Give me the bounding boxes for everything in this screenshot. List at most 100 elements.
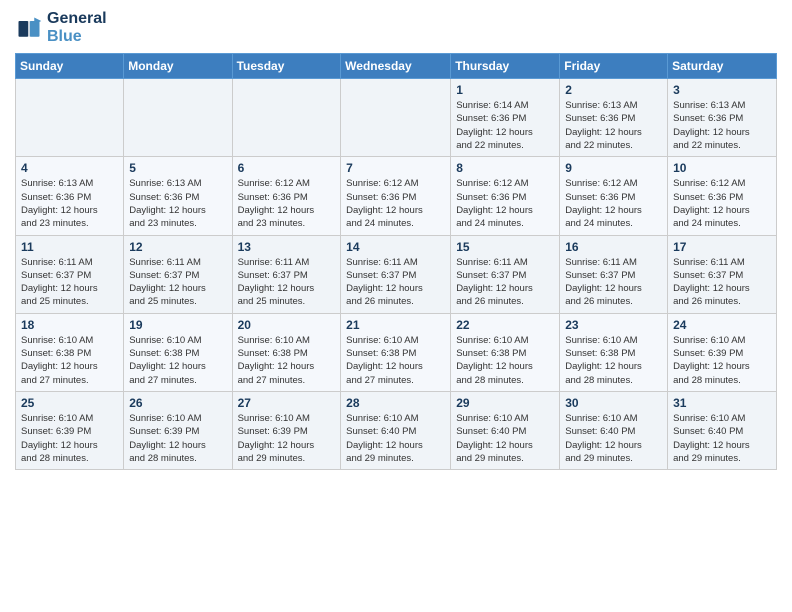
day-number: 25: [21, 396, 118, 410]
calendar-cell: 21Sunrise: 6:10 AM Sunset: 6:38 PM Dayli…: [341, 313, 451, 391]
day-number: 21: [346, 318, 445, 332]
day-number: 12: [129, 240, 226, 254]
day-info: Sunrise: 6:10 AM Sunset: 6:39 PM Dayligh…: [238, 412, 336, 465]
day-info: Sunrise: 6:10 AM Sunset: 6:40 PM Dayligh…: [456, 412, 554, 465]
day-number: 29: [456, 396, 554, 410]
calendar-cell: 16Sunrise: 6:11 AM Sunset: 6:37 PM Dayli…: [560, 235, 668, 313]
calendar-cell: 5 Sunrise: 6:13 AM Sunset: 6:36 PM Daylig…: [124, 157, 232, 235]
day-info: Sunrise: 6:13 AM Sunset: 6:36 PM Dayligh…: [673, 99, 771, 152]
calendar-cell: [341, 79, 451, 157]
day-number: 9: [565, 161, 662, 175]
calendar-cell: 7 Sunrise: 6:12 AM Sunset: 6:36 PM Daylig…: [341, 157, 451, 235]
day-info: Sunrise: 6:12 AM Sunset: 6:36 PM Dayligh…: [346, 177, 445, 230]
calendar-cell: 22 Sunrise: 6:10 AM Sunset: 6:38 PM Dayli…: [451, 313, 560, 391]
calendar-header-friday: Friday: [560, 54, 668, 79]
day-number: 22: [456, 318, 554, 332]
day-info: Sunrise: 6:11 AM Sunset: 6:37 PM Dayligh…: [456, 256, 554, 309]
day-number: 28: [346, 396, 445, 410]
day-info: Sunrise: 6:11 AM Sunset: 6:37 PM Dayligh…: [129, 256, 226, 309]
calendar-cell: 31 Sunrise: 6:10 AM Sunset: 6:40 PM Dayli…: [668, 391, 777, 469]
day-number: 1: [456, 83, 554, 97]
logo: General Blue: [15, 10, 107, 45]
day-info: Sunrise: 6:10 AM Sunset: 6:39 PM Dayligh…: [21, 412, 118, 465]
day-info: Sunrise: 6:12 AM Sunset: 6:36 PM Dayligh…: [238, 177, 336, 230]
calendar-cell: 14Sunrise: 6:11 AM Sunset: 6:37 PM Dayli…: [341, 235, 451, 313]
calendar-cell: 18 Sunrise: 6:10 AM Sunset: 6:38 PM Dayli…: [16, 313, 124, 391]
calendar-header-wednesday: Wednesday: [341, 54, 451, 79]
calendar-cell: 10 Sunrise: 6:12 AM Sunset: 6:36 PM Dayli…: [668, 157, 777, 235]
day-info: Sunrise: 6:11 AM Sunset: 6:37 PM Dayligh…: [673, 256, 771, 309]
day-info: Sunrise: 6:10 AM Sunset: 6:40 PM Dayligh…: [346, 412, 445, 465]
day-number: 8: [456, 161, 554, 175]
day-number: 4: [21, 161, 118, 175]
logo-text: General Blue: [47, 10, 107, 45]
calendar-cell: 6 Sunrise: 6:12 AM Sunset: 6:36 PM Daylig…: [232, 157, 341, 235]
calendar-cell: 26Sunrise: 6:10 AM Sunset: 6:39 PM Dayli…: [124, 391, 232, 469]
day-number: 3: [673, 83, 771, 97]
day-number: 20: [238, 318, 336, 332]
calendar-week-3: 11 Sunrise: 6:11 AM Sunset: 6:37 PM Dayli…: [16, 235, 777, 313]
page: General Blue SundayMondayTuesdayWednesda…: [0, 0, 792, 485]
day-number: 10: [673, 161, 771, 175]
day-number: 2: [565, 83, 662, 97]
header: General Blue: [15, 10, 777, 45]
day-info: Sunrise: 6:10 AM Sunset: 6:39 PM Dayligh…: [673, 334, 771, 387]
day-info: Sunrise: 6:10 AM Sunset: 6:38 PM Dayligh…: [129, 334, 226, 387]
calendar-cell: 15Sunrise: 6:11 AM Sunset: 6:37 PM Dayli…: [451, 235, 560, 313]
calendar-header-sunday: Sunday: [16, 54, 124, 79]
day-number: 11: [21, 240, 118, 254]
calendar-header-tuesday: Tuesday: [232, 54, 341, 79]
calendar-cell: 25 Sunrise: 6:10 AM Sunset: 6:39 PM Dayli…: [16, 391, 124, 469]
day-number: 7: [346, 161, 445, 175]
calendar-cell: 28 Sunrise: 6:10 AM Sunset: 6:40 PM Dayli…: [341, 391, 451, 469]
day-number: 18: [21, 318, 118, 332]
calendar-header-monday: Monday: [124, 54, 232, 79]
day-info: Sunrise: 6:10 AM Sunset: 6:38 PM Dayligh…: [456, 334, 554, 387]
day-info: Sunrise: 6:10 AM Sunset: 6:38 PM Dayligh…: [21, 334, 118, 387]
calendar-cell: 1 Sunrise: 6:14 AM Sunset: 6:36 PM Daylig…: [451, 79, 560, 157]
day-info: Sunrise: 6:14 AM Sunset: 6:36 PM Dayligh…: [456, 99, 554, 152]
calendar-cell: [16, 79, 124, 157]
day-info: Sunrise: 6:13 AM Sunset: 6:36 PM Dayligh…: [565, 99, 662, 152]
day-info: Sunrise: 6:10 AM Sunset: 6:40 PM Dayligh…: [673, 412, 771, 465]
calendar-cell: [232, 79, 341, 157]
calendar-cell: 17 Sunrise: 6:11 AM Sunset: 6:37 PM Dayli…: [668, 235, 777, 313]
calendar-header-row: SundayMondayTuesdayWednesdayThursdayFrid…: [16, 54, 777, 79]
day-number: 6: [238, 161, 336, 175]
calendar-table: SundayMondayTuesdayWednesdayThursdayFrid…: [15, 53, 777, 470]
day-info: Sunrise: 6:13 AM Sunset: 6:36 PM Dayligh…: [129, 177, 226, 230]
day-number: 31: [673, 396, 771, 410]
day-number: 17: [673, 240, 771, 254]
day-info: Sunrise: 6:10 AM Sunset: 6:38 PM Dayligh…: [238, 334, 336, 387]
calendar-cell: [124, 79, 232, 157]
calendar-cell: 27Sunrise: 6:10 AM Sunset: 6:39 PM Dayli…: [232, 391, 341, 469]
day-info: Sunrise: 6:11 AM Sunset: 6:37 PM Dayligh…: [238, 256, 336, 309]
day-info: Sunrise: 6:13 AM Sunset: 6:36 PM Dayligh…: [21, 177, 118, 230]
calendar-cell: 9Sunrise: 6:12 AM Sunset: 6:36 PM Daylig…: [560, 157, 668, 235]
day-info: Sunrise: 6:10 AM Sunset: 6:38 PM Dayligh…: [565, 334, 662, 387]
day-number: 30: [565, 396, 662, 410]
calendar-header-saturday: Saturday: [668, 54, 777, 79]
day-number: 26: [129, 396, 226, 410]
day-info: Sunrise: 6:10 AM Sunset: 6:40 PM Dayligh…: [565, 412, 662, 465]
calendar-cell: 8Sunrise: 6:12 AM Sunset: 6:36 PM Daylig…: [451, 157, 560, 235]
calendar-week-1: 1 Sunrise: 6:14 AM Sunset: 6:36 PM Daylig…: [16, 79, 777, 157]
calendar-cell: 23Sunrise: 6:10 AM Sunset: 6:38 PM Dayli…: [560, 313, 668, 391]
calendar-cell: 11 Sunrise: 6:11 AM Sunset: 6:37 PM Dayli…: [16, 235, 124, 313]
calendar-week-2: 4 Sunrise: 6:13 AM Sunset: 6:36 PM Daylig…: [16, 157, 777, 235]
calendar-week-4: 18 Sunrise: 6:10 AM Sunset: 6:38 PM Dayli…: [16, 313, 777, 391]
logo-icon: [15, 14, 43, 42]
day-info: Sunrise: 6:12 AM Sunset: 6:36 PM Dayligh…: [673, 177, 771, 230]
calendar-cell: 12 Sunrise: 6:11 AM Sunset: 6:37 PM Dayli…: [124, 235, 232, 313]
calendar-cell: 2 Sunrise: 6:13 AM Sunset: 6:36 PM Daylig…: [560, 79, 668, 157]
calendar-cell: 20 Sunrise: 6:10 AM Sunset: 6:38 PM Dayli…: [232, 313, 341, 391]
day-number: 13: [238, 240, 336, 254]
day-number: 5: [129, 161, 226, 175]
calendar-cell: 30 Sunrise: 6:10 AM Sunset: 6:40 PM Dayli…: [560, 391, 668, 469]
calendar-cell: 19Sunrise: 6:10 AM Sunset: 6:38 PM Dayli…: [124, 313, 232, 391]
calendar-cell: 13 Sunrise: 6:11 AM Sunset: 6:37 PM Dayli…: [232, 235, 341, 313]
day-info: Sunrise: 6:11 AM Sunset: 6:37 PM Dayligh…: [21, 256, 118, 309]
day-number: 14: [346, 240, 445, 254]
calendar-week-5: 25 Sunrise: 6:10 AM Sunset: 6:39 PM Dayli…: [16, 391, 777, 469]
day-number: 24: [673, 318, 771, 332]
